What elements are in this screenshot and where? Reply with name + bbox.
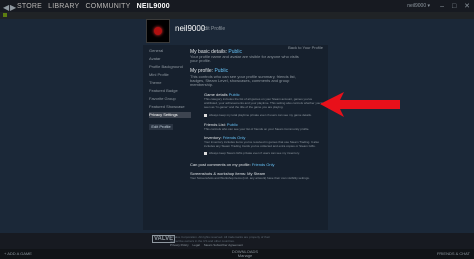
hal-eye-icon bbox=[154, 27, 162, 35]
sidebar-item-avatar[interactable]: Avatar bbox=[149, 56, 191, 62]
game-details-desc: This category includes the list of all g… bbox=[204, 97, 324, 109]
playtime-private-checkbox[interactable] bbox=[204, 114, 207, 117]
nav-library[interactable]: LIBRARY bbox=[48, 3, 79, 10]
edit-profile-link[interactable]: Edit Profile bbox=[201, 26, 225, 32]
maximize-icon[interactable]: □ bbox=[452, 3, 456, 10]
account-menu[interactable]: neil9000 ▾ bbox=[407, 3, 430, 9]
friends-list-desc: This controls who can see your list of f… bbox=[204, 127, 310, 131]
back-arrow-icon[interactable]: ◀ bbox=[3, 3, 9, 12]
screenshots-desc: Your Screenshots and Workshop items (inc… bbox=[190, 176, 310, 180]
comments-heading: Can post comments on my profile: Friends… bbox=[190, 162, 275, 167]
address-bar bbox=[0, 12, 474, 19]
playtime-private-label: Always keep my total playtime private ev… bbox=[209, 113, 312, 117]
sidebar-item-theme[interactable]: Theme bbox=[149, 80, 191, 86]
nav-community[interactable]: COMMUNITY bbox=[86, 3, 131, 10]
back-to-profile-link[interactable]: Back to Your Profile bbox=[288, 45, 323, 50]
privacy-policy-link[interactable]: Privacy Policy bbox=[170, 243, 189, 247]
forward-arrow-icon[interactable]: ▶ bbox=[10, 3, 16, 12]
inventory-desc: Your inventory includes items you've rec… bbox=[204, 140, 320, 148]
subscriber-agreement-link[interactable]: Steam Subscriber Agreement bbox=[204, 243, 243, 247]
sidebar-item-favorite-group[interactable]: Favorite Group bbox=[149, 96, 191, 102]
minimize-icon[interactable]: – bbox=[440, 3, 444, 10]
red-arrow-annotation bbox=[320, 92, 400, 117]
basic-details-desc: Your profile name and avatar are visible… bbox=[190, 54, 299, 63]
sidebar-edit-profile-button[interactable]: Edit Profile bbox=[149, 124, 173, 130]
gifts-private-label: Always keep Steam Gifts private even if … bbox=[209, 151, 300, 155]
friends-chat-button[interactable]: FRIENDS & CHAT bbox=[437, 251, 470, 256]
main-nav: STORE LIBRARY COMMUNITY NEIL9000 bbox=[17, 3, 174, 10]
nav-store[interactable]: STORE bbox=[17, 3, 42, 10]
my-profile-desc: This controls who can see your profile s… bbox=[190, 74, 296, 87]
lock-icon bbox=[3, 13, 7, 17]
footer-links: Privacy Policy Legal Steam Subscriber Ag… bbox=[170, 243, 246, 247]
comments-dropdown[interactable]: Friends Only bbox=[252, 162, 275, 167]
sidebar-item-featured-showcase[interactable]: Featured Showcase bbox=[149, 104, 191, 110]
sidebar-item-mini-profile[interactable]: Mini Profile bbox=[149, 72, 191, 78]
add-game-button[interactable]: + ADD A GAME bbox=[4, 251, 32, 256]
gifts-private-checkbox[interactable] bbox=[204, 152, 207, 155]
sidebar-item-privacy-settings[interactable]: Privacy Settings bbox=[149, 112, 191, 118]
window-controls: – □ ✕ bbox=[434, 2, 470, 10]
sidebar-item-profile-background[interactable]: Profile Background bbox=[149, 64, 191, 70]
downloads-button[interactable]: DOWNLOADS Manage bbox=[230, 250, 260, 258]
close-icon[interactable]: ✕ bbox=[464, 3, 470, 10]
legal-link[interactable]: Legal bbox=[193, 243, 200, 247]
sidebar-item-featured-badge[interactable]: Featured Badge bbox=[149, 88, 191, 94]
nav-username[interactable]: NEIL9000 bbox=[137, 3, 170, 10]
sidebar-item-general[interactable]: General bbox=[149, 48, 191, 54]
avatar[interactable] bbox=[146, 19, 170, 43]
footer-legal: © Valve Corporation. All rights reserved… bbox=[170, 235, 271, 243]
